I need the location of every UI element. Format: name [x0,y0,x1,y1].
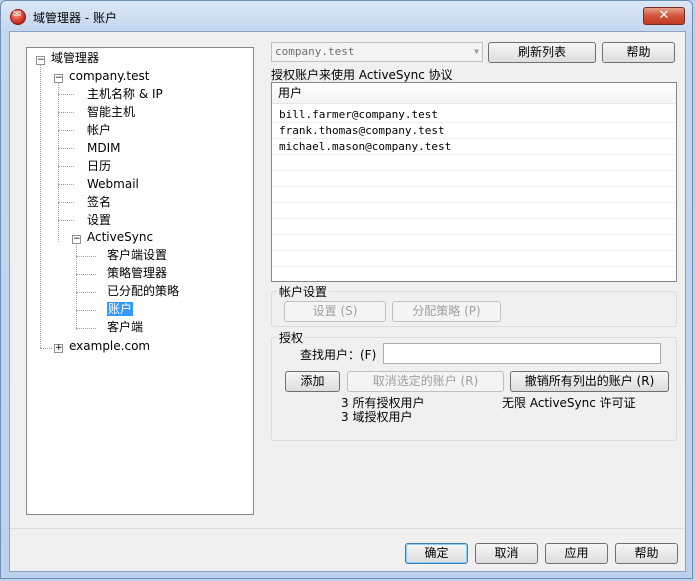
list-empty-row [272,155,676,171]
tree-line [58,220,74,221]
tree-line [58,80,59,242]
tree-line [76,292,96,293]
list-empty-row [272,203,676,219]
tree-line [76,328,96,329]
tree-item-label: Webmail [87,177,139,191]
tree-item-calendar[interactable]: 日历 [87,158,111,175]
tree-line [58,112,74,113]
list-empty-row [272,251,676,267]
tree-item-settings[interactable]: 设置 [87,212,111,229]
revoke-selected-button[interactable]: 取消选定的账户 (R) [347,371,504,392]
tree-line [58,94,74,95]
tree-line [76,274,96,275]
user-list-header[interactable]: 用户 [272,83,676,104]
tree-domain-example[interactable]: example.com [69,338,150,355]
license-status: 无限 ActiveSync 许可证 [502,396,636,410]
tree-line [58,184,74,185]
domain-tree[interactable]: − 域管理器 − company.test 主机名称 & IP 智能主机 帐户 … [26,47,254,515]
tree-line [76,240,77,330]
list-item[interactable]: michael.mason@company.test [272,139,676,155]
tree-item-label: 客户端 [107,320,144,334]
domain-select-value: company.test [275,45,355,58]
find-user-input[interactable] [383,343,661,364]
close-button[interactable]: ✕ [643,7,685,25]
dialog-window: 域管理器 - 账户 ✕ − 域管理器 − company.test [0,0,693,579]
auth-caption: 授权账户来使用 ActiveSync 协议 [271,68,453,82]
tree-line [40,62,41,348]
tree-item-label: 帐户 [87,123,112,137]
app-icon [10,9,26,25]
collapse-icon[interactable]: − [54,74,63,83]
add-button[interactable]: 添加 [285,371,340,392]
tree-root[interactable]: 域管理器 [51,50,99,67]
tree-item-assigned-policy[interactable]: 已分配的策略 [107,283,179,300]
tree-domain-label: company.test [69,69,150,83]
user-list[interactable]: 用户 bill.farmer@company.test frank.thomas… [271,82,677,282]
tree-item-label: ActiveSync [87,230,154,244]
chevron-down-icon: ▼ [474,47,479,56]
apply-button[interactable]: 应用 [545,543,608,564]
tree-item-client-settings[interactable]: 客户端设置 [107,247,167,264]
cancel-button[interactable]: 取消 [475,543,538,564]
window-title: 域管理器 - 账户 [33,11,117,25]
tree-root-label: 域管理器 [51,51,100,65]
tree-line [76,310,96,311]
tree-item-webmail[interactable]: Webmail [87,176,139,193]
tree-domain-label: example.com [69,339,151,353]
list-item[interactable]: frank.thomas@company.test [272,123,676,139]
collapse-icon[interactable]: − [36,56,45,65]
assign-policy-button[interactable]: 分配策略 (P) [392,301,501,322]
help-button[interactable]: 帮助 [615,543,678,564]
tree-item-mdim[interactable]: MDIM [87,140,121,157]
tree-item-label: 签名 [87,195,112,209]
tree-line [40,348,52,349]
tree-line [58,148,74,149]
ok-button[interactable]: 确定 [405,543,468,564]
list-empty-row [272,235,676,251]
tree-item-host[interactable]: 主机名称 & IP [87,86,163,103]
tree-item-accounts[interactable]: 帐户 [87,122,111,139]
tree-item-label: 客户端设置 [107,248,168,262]
dialog-client: − 域管理器 − company.test 主机名称 & IP 智能主机 帐户 … [9,31,686,572]
tree-item-label: 日历 [87,159,112,173]
tree-line [58,130,74,131]
domain-select[interactable]: company.test ▼ [271,42,483,62]
authorization-title: 授权 [277,329,306,346]
tree-item-smarthost[interactable]: 智能主机 [87,104,135,121]
list-empty-row [272,171,676,187]
list-empty-row [272,219,676,235]
refresh-list-button[interactable]: 刷新列表 [488,42,596,63]
help-top-button[interactable]: 帮助 [602,42,675,63]
tree-item-signature[interactable]: 签名 [87,194,111,211]
expand-icon[interactable]: + [54,344,63,353]
tree-item-label: 策略管理器 [107,266,168,280]
footer-divider [10,528,685,529]
tree-item-as-accounts[interactable]: 账户 [107,301,134,318]
tree-line [58,166,74,167]
tree-domain-company[interactable]: company.test [69,68,149,85]
tree-item-label: 已分配的策略 [107,284,180,298]
tree-item-label: 设置 [87,213,112,227]
title-bar[interactable]: 域管理器 - 账户 ✕ [1,1,692,31]
tree-line [76,256,96,257]
tree-item-policy-manager[interactable]: 策略管理器 [107,265,167,282]
account-settings-title: 帐户设置 [277,283,330,300]
domain-authorized-count: 3 域授权用户 [341,410,413,424]
collapse-icon[interactable]: − [72,235,81,244]
find-user-label: 查找用户：(F) [300,348,377,362]
tree-line [58,202,74,203]
settings-button[interactable]: 设置 (S) [284,301,386,322]
tree-item-label: 主机名称 & IP [87,87,163,101]
tree-item-label: MDIM [87,141,121,155]
list-item[interactable]: bill.farmer@company.test [272,107,676,123]
tree-item-label: 账户 [107,302,134,316]
revoke-all-button[interactable]: 撤销所有列出的账户 (R) [510,371,669,392]
tree-item-activesync[interactable]: ActiveSync [87,229,153,246]
tree-item-label: 智能主机 [87,105,136,119]
list-empty-row [272,187,676,203]
tree-item-clients[interactable]: 客户端 [107,319,143,336]
